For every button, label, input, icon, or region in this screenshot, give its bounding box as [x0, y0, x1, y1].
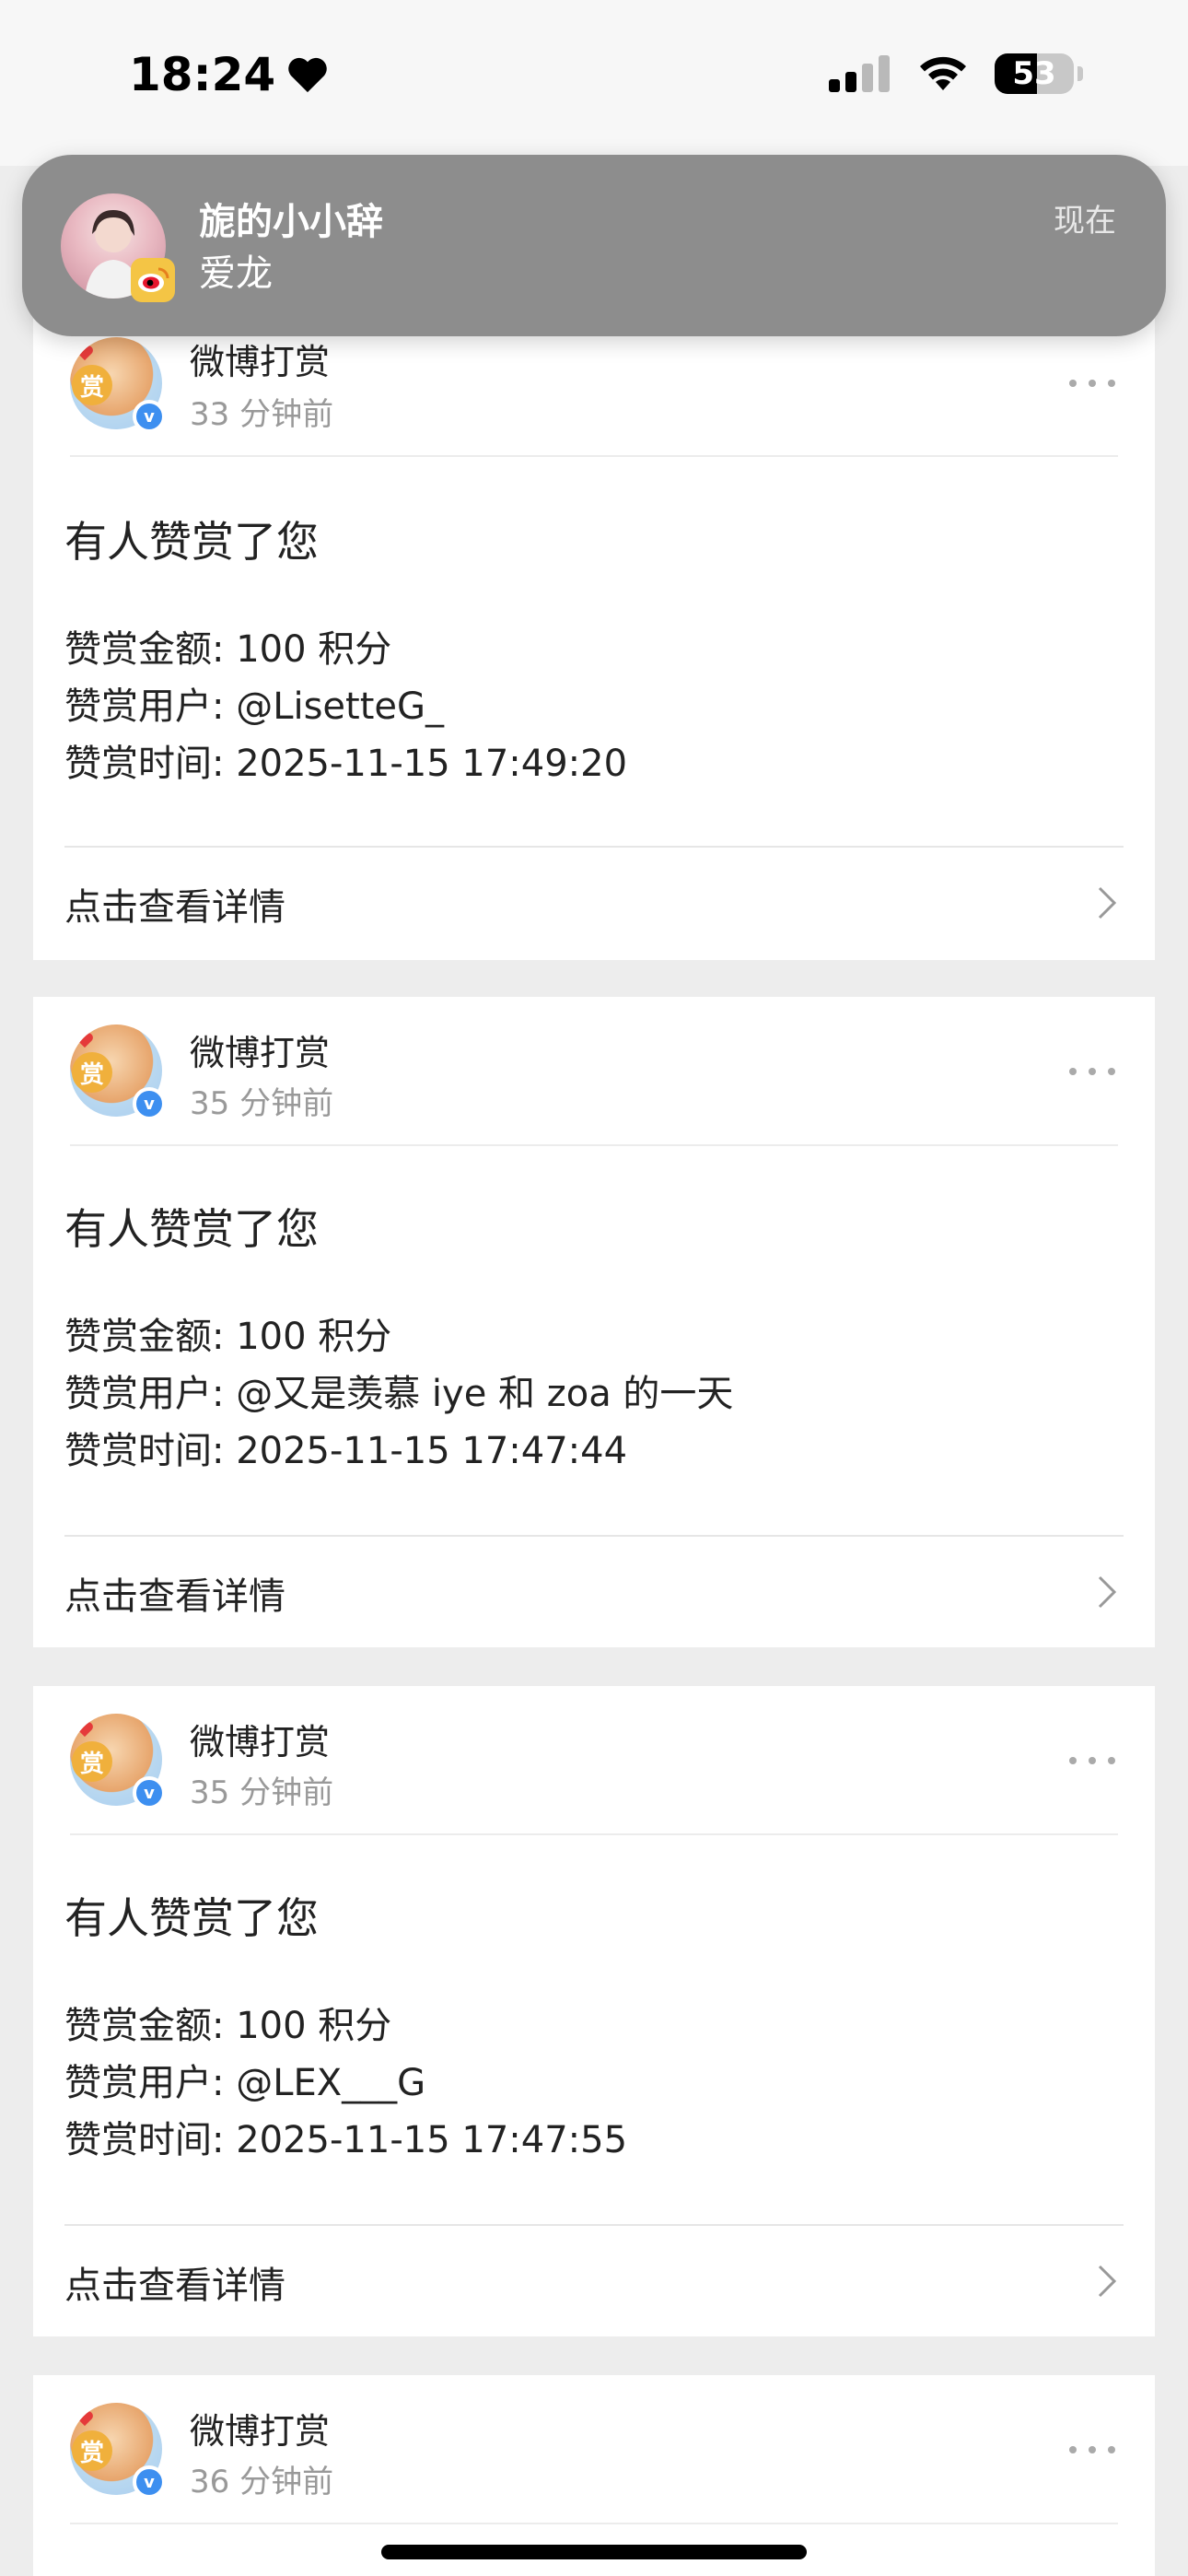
more-options-icon[interactable]: [1066, 1065, 1118, 1078]
heart-icon: [76, 2411, 93, 2427]
divider: [70, 2523, 1118, 2524]
weibo-app-icon: [131, 258, 175, 302]
sender-avatar[interactable]: 赏 v: [70, 1714, 166, 1809]
verified-badge-icon: v: [133, 400, 166, 433]
divider: [70, 1144, 1118, 1146]
reward-time: 赞赏时间: 2025-11-15 17:47:55: [64, 2119, 628, 2161]
verified-badge-icon: v: [133, 1776, 166, 1809]
reward-user: 赞赏用户: @又是羡慕 iye 和 zoa 的一天: [64, 1373, 734, 1415]
status-time: 18:24: [129, 48, 329, 101]
divider: [64, 1535, 1124, 1537]
card-title: 有人赞赏了您: [64, 517, 319, 567]
battery-tip: [1077, 66, 1083, 81]
view-details-link[interactable]: 点击查看详情: [64, 877, 285, 931]
divider: [70, 1833, 1118, 1835]
more-options-icon[interactable]: [1066, 377, 1118, 390]
message-time: 36 分钟前: [190, 2464, 334, 2500]
status-bar: 18:24 53: [0, 0, 1188, 166]
avatar-reward-char: 赏: [72, 1741, 112, 1782]
sender-avatar[interactable]: 赏 v: [70, 2403, 166, 2499]
notification-body: 爱龙: [199, 252, 273, 295]
notification-banner[interactable]: 旎的小小辞 爱龙 现在: [22, 155, 1166, 336]
more-options-icon[interactable]: [1066, 2443, 1118, 2456]
reward-card: 赏 v 微博打赏 35 分钟前 有人赞赏了您 赞赏金额: 100 积分 赞赏用户…: [33, 1686, 1155, 2336]
reward-user: 赞赏用户: @LisetteG_: [64, 685, 445, 728]
sender-avatar[interactable]: 赏 v: [70, 1025, 166, 1120]
notification-time: 现在: [1054, 203, 1116, 240]
heart-icon: [76, 1033, 93, 1048]
avatar-reward-char: 赏: [72, 365, 112, 405]
card-title: 有人赞赏了您: [64, 1893, 319, 1943]
card-title: 有人赞赏了您: [64, 1204, 319, 1254]
sender-name[interactable]: 微博打赏: [190, 2403, 330, 2453]
divider: [64, 846, 1124, 848]
message-time: 35 分钟前: [190, 1085, 334, 1122]
weibo-notifications-screen: 18:24 53 旎的小小辞 爱龙 现在 赏 v 微博打赏 33 分钟前 有人赞…: [0, 0, 1188, 2576]
reward-amount: 赞赏金额: 100 积分: [64, 2005, 392, 2047]
view-details-link[interactable]: 点击查看详情: [64, 1566, 285, 1620]
avatar-reward-char: 赏: [72, 1052, 112, 1093]
more-options-icon[interactable]: [1066, 1754, 1118, 1767]
sender-name[interactable]: 微博打赏: [190, 334, 330, 384]
chevron-right-icon[interactable]: [1096, 884, 1118, 921]
status-icons: 53: [829, 53, 1083, 94]
sender-name[interactable]: 微博打赏: [190, 1025, 330, 1075]
sender-avatar[interactable]: 赏 v: [70, 337, 166, 433]
chevron-right-icon[interactable]: [1096, 1574, 1118, 1610]
message-time: 35 分钟前: [190, 1774, 334, 1811]
wifi-icon: [920, 56, 966, 90]
cellular-signal-icon: [829, 55, 890, 92]
reward-user: 赞赏用户: @LEX___G: [64, 2062, 426, 2104]
heart-icon: [76, 345, 93, 361]
reward-card: 赏 v 微博打赏 35 分钟前 有人赞赏了您 赞赏金额: 100 积分 赞赏用户…: [33, 997, 1155, 1647]
reward-amount: 赞赏金额: 100 积分: [64, 628, 392, 671]
heart-icon: [288, 57, 327, 93]
divider: [64, 2224, 1124, 2226]
message-time: 33 分钟前: [190, 396, 334, 433]
avatar-reward-char: 赏: [72, 2430, 112, 2471]
verified-badge-icon: v: [133, 1087, 166, 1120]
verified-badge-icon: v: [133, 2465, 166, 2499]
reward-amount: 赞赏金额: 100 积分: [64, 1316, 392, 1358]
notification-title: 旎的小小辞: [199, 201, 383, 243]
sender-name[interactable]: 微博打赏: [190, 1714, 330, 1764]
reward-time: 赞赏时间: 2025-11-15 17:47:44: [64, 1430, 628, 1472]
battery-indicator: 53: [995, 53, 1074, 94]
heart-icon: [76, 1722, 93, 1738]
reward-card: 赏 v 微博打赏 33 分钟前 有人赞赏了您 赞赏金额: 100 积分 赞赏用户…: [33, 295, 1155, 960]
divider: [70, 455, 1118, 457]
view-details-link[interactable]: 点击查看详情: [64, 2255, 285, 2309]
battery-level: 53: [1012, 55, 1056, 92]
chevron-right-icon[interactable]: [1096, 2263, 1118, 2300]
reward-time: 赞赏时间: 2025-11-15 17:49:20: [64, 743, 628, 785]
home-indicator[interactable]: [381, 2545, 807, 2559]
